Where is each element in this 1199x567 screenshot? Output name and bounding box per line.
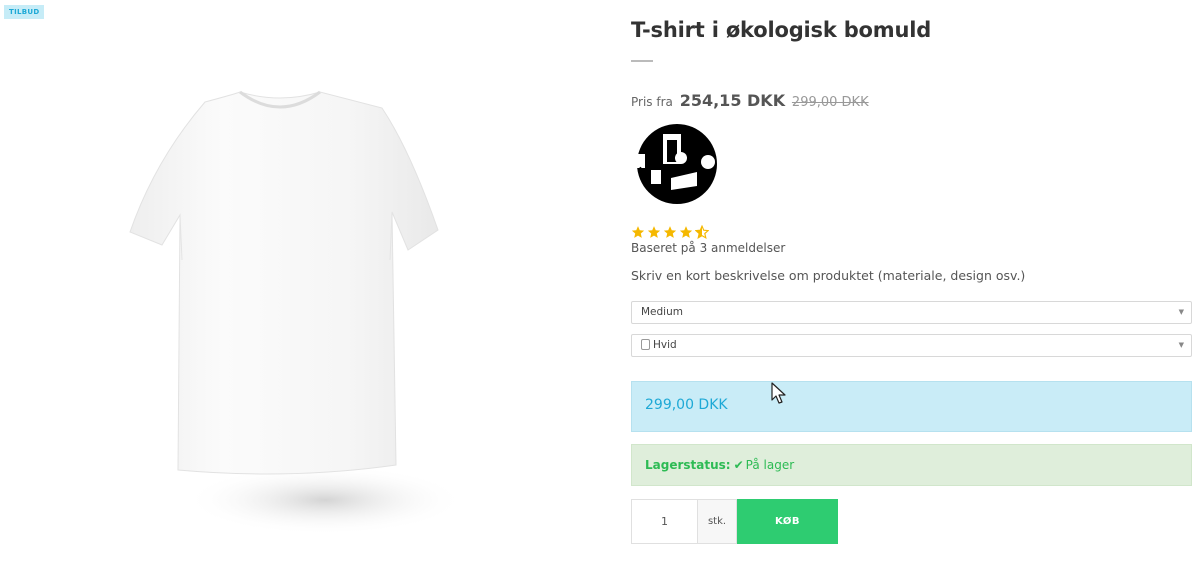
- product-description: Skriv en kort beskrivelse om produktet (…: [631, 268, 1026, 283]
- stock-status-box: Lagerstatus: ✔ På lager: [631, 444, 1192, 486]
- stock-value: På lager: [745, 458, 795, 472]
- size-select[interactable]: Medium ▼: [631, 301, 1192, 324]
- selected-price-box: 299,00 DKK: [631, 381, 1192, 432]
- buy-button[interactable]: KØB: [737, 499, 838, 544]
- selected-price: 299,00 DKK: [645, 397, 728, 413]
- half-star-icon: [695, 225, 709, 239]
- color-swatch-icon: [641, 339, 650, 350]
- price-old: 299,00 DKK: [791, 95, 869, 110]
- star-icon: [679, 226, 693, 238]
- mouse-pointer-icon: [771, 382, 786, 404]
- price-current: 254,15 DKK: [679, 91, 786, 110]
- reviews-count[interactable]: Baseret på 3 anmeldelser: [631, 241, 785, 255]
- color-select[interactable]: Hvid ▼: [631, 334, 1192, 357]
- check-icon: ✔: [733, 458, 744, 472]
- stock-label: Lagerstatus:: [645, 458, 731, 472]
- product-title: T-shirt i økologisk bomuld: [631, 18, 932, 42]
- sale-badge: TILBUD: [4, 5, 45, 19]
- price-line: Pris fra 254,15 DKK 299,00 DKK: [631, 91, 869, 110]
- star-icon: [647, 226, 661, 238]
- price-prefix: Pris fra: [631, 95, 673, 109]
- color-select-value: Hvid: [653, 339, 677, 351]
- size-select-value: Medium: [641, 306, 683, 318]
- brand-logo: [637, 124, 717, 204]
- title-divider: [631, 60, 653, 62]
- product-image[interactable]: [110, 60, 470, 540]
- star-icon: [663, 226, 677, 238]
- quantity-input[interactable]: 1: [631, 499, 698, 544]
- quantity-unit: stk.: [698, 499, 737, 544]
- star-icon: [631, 226, 645, 238]
- rating-stars: [631, 225, 709, 239]
- chevron-down-icon: ▼: [1178, 341, 1184, 349]
- chevron-down-icon: ▼: [1178, 308, 1184, 316]
